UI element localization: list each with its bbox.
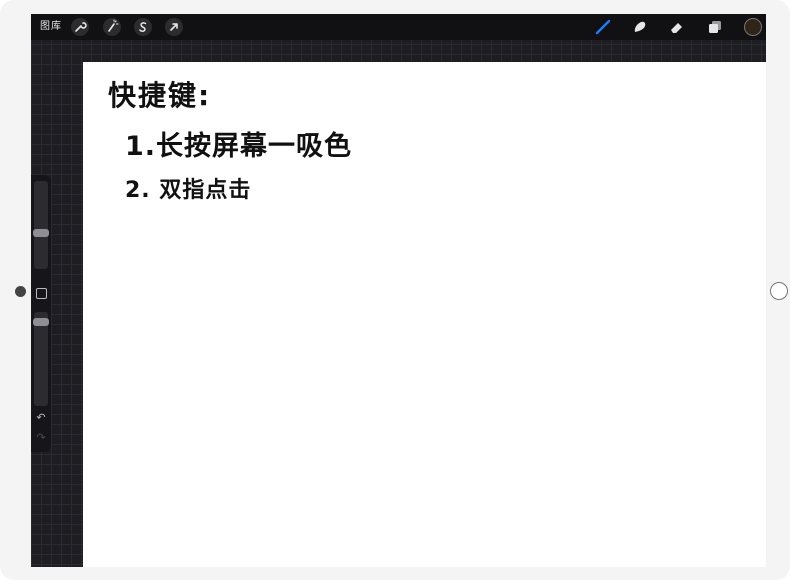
drawing-canvas[interactable]: 快捷键: 1.长按屏幕一吸色 2. 双指点击 <box>83 62 766 567</box>
device-frame: 图库 ↶ ↷ 快捷键: 1.长按屏幕一吸色 2. 双指点击 <box>0 0 790 580</box>
brush-size-thumb[interactable] <box>33 229 49 237</box>
camera-dot <box>15 286 26 297</box>
wrench-icon[interactable] <box>71 18 89 36</box>
opacity-thumb[interactable] <box>33 318 49 326</box>
arrow-cursor-icon[interactable] <box>165 18 183 36</box>
smudge-icon[interactable] <box>631 18 649 36</box>
selection-s-icon[interactable] <box>134 18 152 36</box>
app-screen: 图库 ↶ ↷ 快捷键: 1.长按屏幕一吸色 2. 双指点击 <box>31 14 766 567</box>
handwritten-line-1: 1.长按屏幕一吸色 <box>125 131 353 162</box>
layers-icon[interactable] <box>706 18 724 36</box>
home-button[interactable] <box>770 282 788 300</box>
eraser-icon[interactable] <box>668 18 686 36</box>
top-toolbar: 图库 <box>31 14 766 40</box>
gallery-button[interactable]: 图库 <box>40 20 62 34</box>
undo-icon[interactable]: ↶ <box>34 412 48 424</box>
left-sidebar: ↶ ↷ <box>31 175 51 452</box>
handwritten-title: 快捷键: <box>108 79 212 112</box>
opacity-slider[interactable] <box>33 312 49 406</box>
magic-wand-icon[interactable] <box>103 18 121 36</box>
brush-icon[interactable] <box>594 18 612 36</box>
color-picker-swatch[interactable] <box>744 18 762 36</box>
brush-size-slider[interactable] <box>33 181 49 269</box>
redo-icon[interactable]: ↷ <box>34 432 48 444</box>
modify-square-button[interactable] <box>36 288 47 299</box>
handwritten-line-2: 2. 双指点击 <box>125 178 252 203</box>
